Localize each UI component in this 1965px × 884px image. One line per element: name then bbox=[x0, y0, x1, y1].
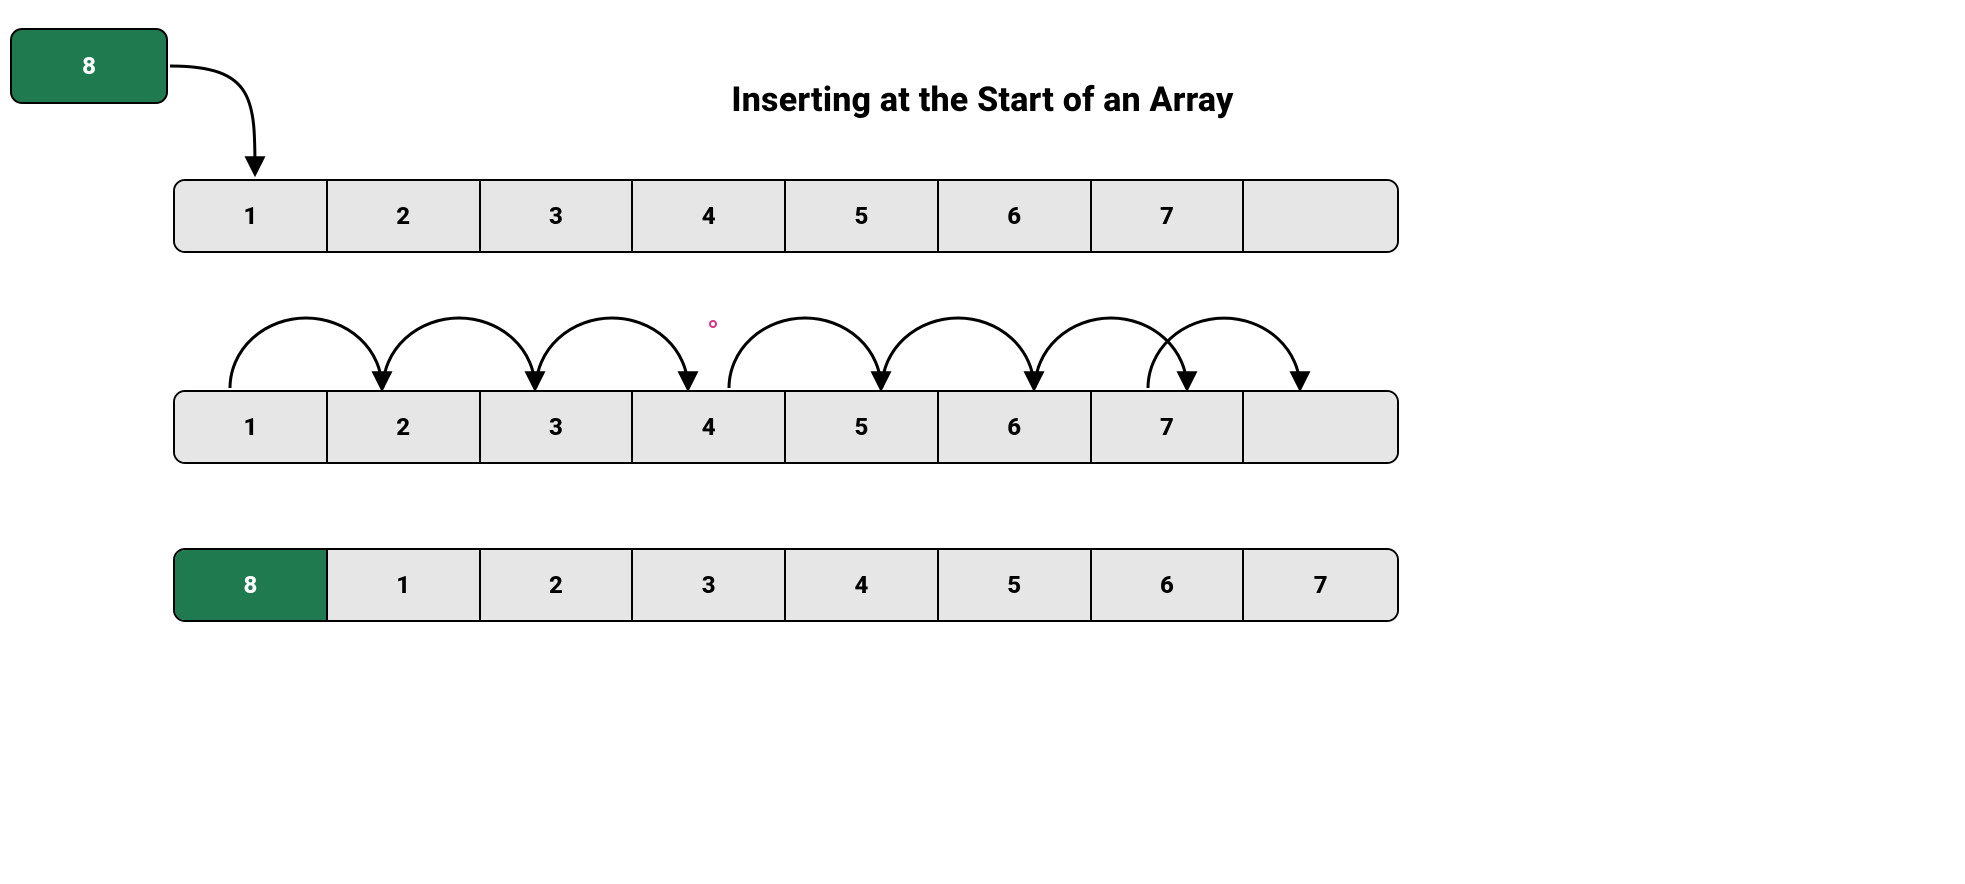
array-cell: 6 bbox=[1092, 550, 1245, 620]
array-cell: 5 bbox=[939, 550, 1092, 620]
array-cell: 3 bbox=[481, 392, 634, 462]
array-cell: 4 bbox=[786, 550, 939, 620]
array-cell: 3 bbox=[633, 550, 786, 620]
array-cell: 1 bbox=[328, 550, 481, 620]
array-cell: 7 bbox=[1244, 550, 1397, 620]
array-row-3: 8 1 2 3 4 5 6 7 bbox=[173, 548, 1399, 622]
array-cell: 2 bbox=[328, 181, 481, 251]
array-cell: 6 bbox=[939, 392, 1092, 462]
array-cell: 2 bbox=[328, 392, 481, 462]
array-cell: 6 bbox=[939, 181, 1092, 251]
array-cell: 2 bbox=[481, 550, 634, 620]
array-cell: 7 bbox=[1092, 181, 1245, 251]
array-row-2: 1 2 3 4 5 6 7 bbox=[173, 390, 1399, 464]
new-element-box: 8 bbox=[10, 28, 168, 104]
array-row-1: 1 2 3 4 5 6 7 bbox=[173, 179, 1399, 253]
array-cell: 5 bbox=[786, 181, 939, 251]
array-cell: 7 bbox=[1092, 392, 1245, 462]
diagram-stage: Inserting at the Start of an Array 8 1 2… bbox=[0, 0, 1965, 884]
array-cell: 1 bbox=[175, 392, 328, 462]
array-cell: 5 bbox=[786, 392, 939, 462]
array-cell: 1 bbox=[175, 181, 328, 251]
diagram-title: Inserting at the Start of an Array bbox=[0, 80, 1965, 120]
array-cell: 3 bbox=[481, 181, 634, 251]
marker-dot bbox=[709, 320, 717, 328]
array-cell: 4 bbox=[633, 181, 786, 251]
array-cell bbox=[1244, 392, 1397, 462]
shift-arcs bbox=[230, 318, 1300, 388]
array-cell: 4 bbox=[633, 392, 786, 462]
array-cell bbox=[1244, 181, 1397, 251]
array-cell-inserted: 8 bbox=[175, 550, 328, 620]
